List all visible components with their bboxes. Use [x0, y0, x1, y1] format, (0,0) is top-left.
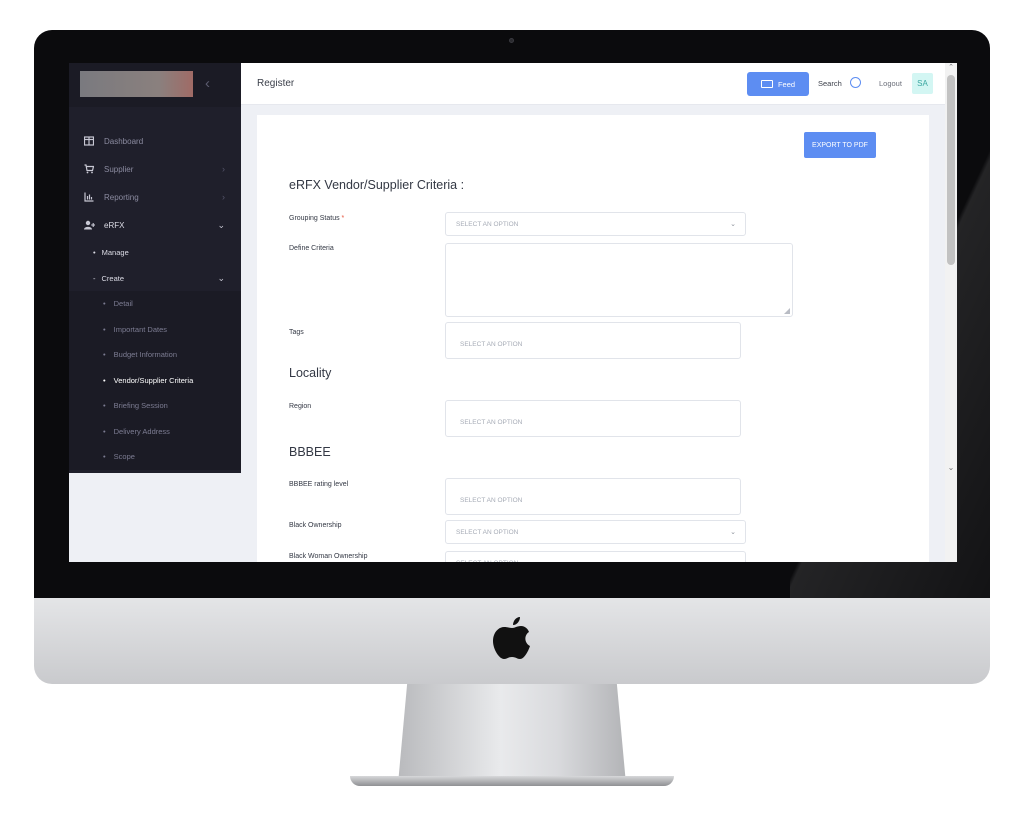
- feed-button[interactable]: Feed: [747, 72, 809, 96]
- bullet-icon: •: [103, 299, 106, 309]
- sidebar-item-important-dates[interactable]: • Important Dates: [69, 317, 241, 343]
- sidebar-item-label: Budget Information: [113, 350, 178, 360]
- sidebar-item-label: Vendor/Supplier Criteria: [113, 375, 194, 385]
- sidebar-item-dashboard[interactable]: Dashboard: [69, 127, 241, 155]
- tags-select[interactable]: SELECT AN OPTION: [445, 322, 741, 359]
- sidebar-item-label: Manage: [101, 247, 129, 257]
- resize-grip-icon[interactable]: [784, 308, 790, 314]
- required-mark: *: [341, 215, 345, 222]
- logout-link[interactable]: Logout: [879, 79, 902, 88]
- sidebar-item-label: Important Dates: [113, 324, 167, 334]
- field-label-text: Grouping Status: [289, 215, 340, 222]
- black-ownership-label: Black Ownership: [289, 522, 342, 529]
- brand-logo: [80, 71, 193, 97]
- chevron-right-icon: ›: [222, 164, 225, 174]
- chevron-down-icon: ⌄: [217, 272, 225, 283]
- chevron-right-icon: ›: [222, 192, 225, 202]
- chevron-left-icon[interactable]: ‹: [205, 75, 210, 92]
- black-woman-ownership-select[interactable]: SELECT AN OPTION: [445, 551, 746, 562]
- region-select[interactable]: SELECT AN OPTION: [445, 400, 741, 437]
- avatar[interactable]: SA: [912, 73, 933, 94]
- create-submenu: • Detail • Important Dates • Budget Informa…: [69, 291, 241, 470]
- apple-logo-icon: [492, 613, 532, 661]
- scroll-up-icon[interactable]: ⌃: [945, 63, 957, 73]
- user-add-icon: [84, 220, 95, 230]
- bullet-icon: •: [103, 426, 106, 436]
- sidebar-item-label: Dashboard: [104, 136, 144, 146]
- black-woman-ownership-label: Black Woman Ownership: [289, 553, 368, 560]
- sidebar-item-scope[interactable]: • Scope: [69, 444, 241, 470]
- sidebar-item-detail[interactable]: • Detail: [69, 291, 241, 317]
- tags-label: Tags: [289, 329, 304, 336]
- sidebar-item-label: Reporting: [104, 192, 139, 202]
- screen: ‹ Dashboard Supplier › Reporting › eRFX …: [69, 63, 957, 562]
- page-title: Register: [257, 78, 295, 89]
- bullet-icon: •: [103, 324, 106, 334]
- section-title-bbbee: BBBEE: [289, 445, 331, 459]
- define-criteria-textarea[interactable]: [445, 243, 793, 317]
- bbbee-rating-label: BBBEE rating level: [289, 481, 349, 488]
- search-label[interactable]: Search: [818, 79, 842, 88]
- chart-icon: [84, 192, 94, 202]
- form-card: EXPORT TO PDF eRFX Vendor/Supplier Crite…: [257, 115, 929, 562]
- sidebar-item-label: Detail: [113, 299, 133, 309]
- region-label: Region: [289, 403, 312, 410]
- sidebar-item-briefing-session[interactable]: • Briefing Session: [69, 393, 241, 419]
- bullet-icon: •: [93, 247, 96, 257]
- sidebar-item-label: Supplier: [104, 164, 134, 174]
- grouping-status-label: Grouping Status *: [289, 215, 344, 222]
- sidebar-item-reporting[interactable]: Reporting ›: [69, 183, 241, 211]
- select-placeholder: SELECT AN OPTION: [460, 419, 523, 426]
- bbbee-rating-select[interactable]: SELECT AN OPTION: [445, 478, 741, 515]
- sidebar-header: ‹: [69, 63, 241, 107]
- define-criteria-label: Define Criteria: [289, 245, 334, 252]
- sidebar-item-budget-information[interactable]: • Budget Information: [69, 342, 241, 368]
- sidebar-nav: Dashboard Supplier › Reporting › eRFX ⌄ …: [69, 107, 241, 470]
- sidebar-item-supplier[interactable]: Supplier ›: [69, 155, 241, 183]
- dashboard-icon: [83, 136, 95, 146]
- dash-icon: -: [93, 273, 96, 283]
- bullet-icon: •: [103, 375, 106, 385]
- select-placeholder: SELECT AN OPTION: [456, 220, 519, 228]
- monitor-stand: [398, 684, 626, 784]
- cart-icon: [84, 164, 95, 174]
- grouping-status-select[interactable]: SELECT AN OPTION ⌄: [445, 212, 746, 236]
- section-title-locality: Locality: [289, 366, 332, 380]
- scroll-down-icon[interactable]: ⌄: [945, 463, 957, 473]
- sidebar-item-erfx[interactable]: eRFX ⌄: [69, 211, 241, 239]
- chevron-down-icon: ⌄: [730, 221, 736, 228]
- bullet-icon: •: [103, 350, 106, 360]
- select-placeholder: SELECT AN OPTION: [456, 560, 518, 563]
- section-title-criteria: eRFX Vendor/Supplier Criteria :: [289, 178, 465, 192]
- topbar: Register Feed Search Logout SA: [241, 63, 957, 105]
- chevron-down-icon: ⌄: [217, 219, 225, 230]
- sidebar-item-label: Scope: [113, 452, 135, 462]
- page-scrollbar[interactable]: ⌃ ⌄: [945, 63, 957, 562]
- bullet-icon: •: [103, 452, 106, 462]
- sidebar-item-label: Create: [101, 273, 125, 283]
- sidebar-item-vendor-supplier-criteria[interactable]: • Vendor/Supplier Criteria: [69, 368, 241, 394]
- chevron-down-icon: ⌄: [730, 529, 736, 536]
- camera-icon: [509, 38, 514, 43]
- sidebar: ‹ Dashboard Supplier › Reporting › eRFX …: [69, 63, 241, 473]
- sidebar-item-label: eRFX: [104, 220, 125, 230]
- sidebar-item-label: Briefing Session: [113, 401, 168, 411]
- sidebar-item-delivery-address[interactable]: • Delivery Address: [69, 419, 241, 445]
- export-to-pdf-button[interactable]: EXPORT TO PDF: [804, 132, 876, 158]
- sidebar-item-label: Delivery Address: [113, 426, 170, 436]
- feed-label: Feed: [777, 79, 796, 89]
- id-card-icon: [760, 80, 773, 88]
- select-placeholder: SELECT AN OPTION: [456, 528, 519, 536]
- select-placeholder: SELECT AN OPTION: [460, 497, 523, 504]
- search-icon[interactable]: [850, 77, 861, 88]
- select-placeholder: SELECT AN OPTION: [460, 341, 523, 348]
- monitor-stand-base: [350, 776, 674, 786]
- black-ownership-select[interactable]: SELECT AN OPTION ⌄: [445, 520, 746, 544]
- sidebar-item-manage[interactable]: • Manage: [69, 239, 241, 265]
- bullet-icon: •: [103, 401, 106, 411]
- sidebar-item-create[interactable]: - Create ⌄: [69, 265, 241, 291]
- scroll-thumb[interactable]: [947, 75, 955, 265]
